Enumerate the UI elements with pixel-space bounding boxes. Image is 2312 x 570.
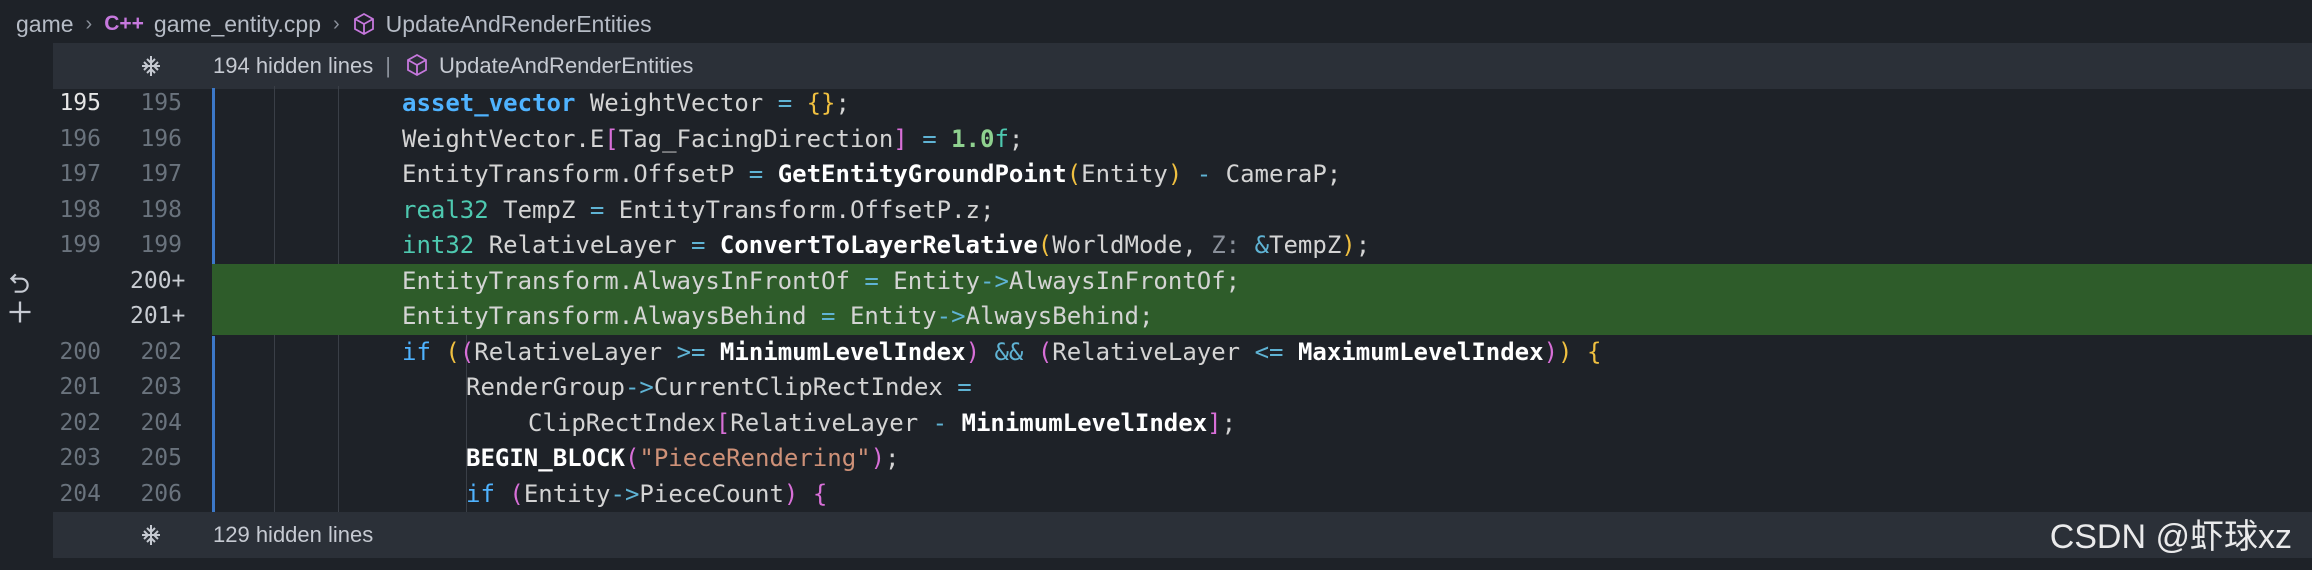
hidden-lines-count: 194 hidden lines [213, 53, 374, 78]
method-cube-icon [407, 53, 427, 77]
hidden-lines-symbol: UpdateAndRenderEntities [438, 53, 694, 78]
revert-icon[interactable] [6, 270, 32, 296]
line-number-original: 202 [59, 409, 101, 436]
unfold-icon[interactable] [139, 523, 163, 547]
code-text: RenderGroup->CurrentClipRectIndex = [466, 373, 972, 401]
code-line: 195 195 asset_vector WeightVector = {}; [0, 86, 2312, 122]
line-number-modified: 198 [140, 196, 182, 223]
line-number-modified: 197 [140, 161, 182, 187]
breadcrumb: game › C++ game_entity.cpp › UpdateAndRe… [0, 0, 2312, 48]
line-number-modified: 202 [140, 338, 182, 365]
line-number-modified: 203 [140, 374, 182, 400]
hidden-lines-bar-bottom[interactable]: 129 hidden lines [53, 512, 2312, 558]
code-text: ClipRectIndex[RelativeLayer - MinimumLev… [528, 408, 1237, 437]
code-line: 203 205 BEGIN_BLOCK("PieceRendering"); [0, 441, 2312, 477]
code-line: 198 198 real32 TempZ = EntityTransform.O… [0, 193, 2312, 229]
code-text: EntityTransform.OffsetP = GetEntityGroun… [402, 160, 1342, 188]
hidden-lines-count: 129 hidden lines [213, 522, 374, 547]
code-line: 201 203 RenderGroup->CurrentClipRectInde… [0, 370, 2312, 406]
diff-actions [6, 270, 36, 326]
code-text: real32 TempZ = EntityTransform.OffsetP.z… [402, 195, 995, 224]
line-number-modified: 205 [140, 445, 182, 471]
code-text: if ((RelativeLayer >= MinimumLevelIndex)… [402, 337, 1602, 366]
add-icon[interactable] [6, 298, 34, 326]
breadcrumb-file[interactable]: game_entity.cpp [154, 11, 321, 38]
cpp-file-icon: C++ [104, 12, 144, 35]
line-number-original: 199 [59, 232, 101, 258]
line-number-modified: 195 [140, 90, 182, 116]
breadcrumb-root[interactable]: game [16, 11, 74, 38]
breadcrumb-symbol[interactable]: UpdateAndRenderEntities [386, 11, 652, 38]
code-text: asset_vector WeightVector = {}; [402, 89, 850, 117]
hidden-lines-info: 194 hidden lines | UpdateAndRenderEntities [213, 53, 693, 79]
line-number-modified: 200+ [130, 267, 186, 294]
code-line: 197 197 EntityTransform.OffsetP = GetEnt… [0, 157, 2312, 193]
line-number-original: 201 [59, 374, 101, 400]
code-line: 204 206 if (Entity->PieceCount) { [0, 477, 2312, 513]
line-number-modified: 206 [140, 480, 182, 507]
code-text: WeightVector.E[Tag_FacingDirection] = 1.… [402, 124, 1024, 153]
code-text: EntityTransform.AlwaysInFrontOf = Entity… [402, 266, 1241, 295]
line-number-original: 197 [59, 161, 101, 187]
line-number-original: 203 [59, 445, 101, 471]
watermark: CSDN @虾球xz [2049, 518, 2292, 556]
line-number-original: 196 [59, 125, 101, 152]
code-editor[interactable]: 195 195 asset_vector WeightVector = {}; … [0, 86, 2312, 512]
line-number-modified: 201+ [130, 303, 186, 329]
code-text: if (Entity->PieceCount) { [466, 479, 828, 508]
chevron-right-icon: › [85, 12, 93, 35]
hidden-lines-bar-top[interactable]: 194 hidden lines | UpdateAndRenderEntities [53, 43, 2312, 89]
chevron-right-icon: › [333, 12, 340, 35]
line-number-modified: 196 [140, 125, 182, 152]
code-text: BEGIN_BLOCK("PieceRendering"); [466, 444, 900, 472]
line-number-original: 200 [59, 338, 101, 365]
code-text: EntityTransform.AlwaysBehind = Entity->A… [402, 302, 1154, 330]
line-number-modified: 204 [140, 409, 182, 436]
code-line: 202 204 ClipRectIndex[RelativeLayer - Mi… [0, 406, 2312, 442]
line-number-original: 195 [59, 90, 101, 116]
code-line: 201+ EntityTransform.AlwaysBehind = Enti… [0, 299, 2312, 335]
code-line: 200+ EntityTransform.AlwaysInFrontOf = E… [0, 264, 2312, 300]
code-line: 200 202 if ((RelativeLayer >= MinimumLev… [0, 335, 2312, 371]
code-line: 196 196 WeightVector.E[Tag_FacingDirecti… [0, 122, 2312, 158]
code-line: 199 199 int32 RelativeLayer = ConvertToL… [0, 228, 2312, 264]
separator: | [385, 53, 391, 78]
line-number-original: 204 [59, 480, 101, 507]
unfold-icon[interactable] [139, 54, 163, 78]
line-number-modified: 199 [140, 232, 182, 258]
line-number-original: 198 [59, 196, 101, 223]
code-text: int32 RelativeLayer = ConvertToLayerRela… [402, 231, 1371, 259]
method-cube-icon [353, 12, 374, 36]
